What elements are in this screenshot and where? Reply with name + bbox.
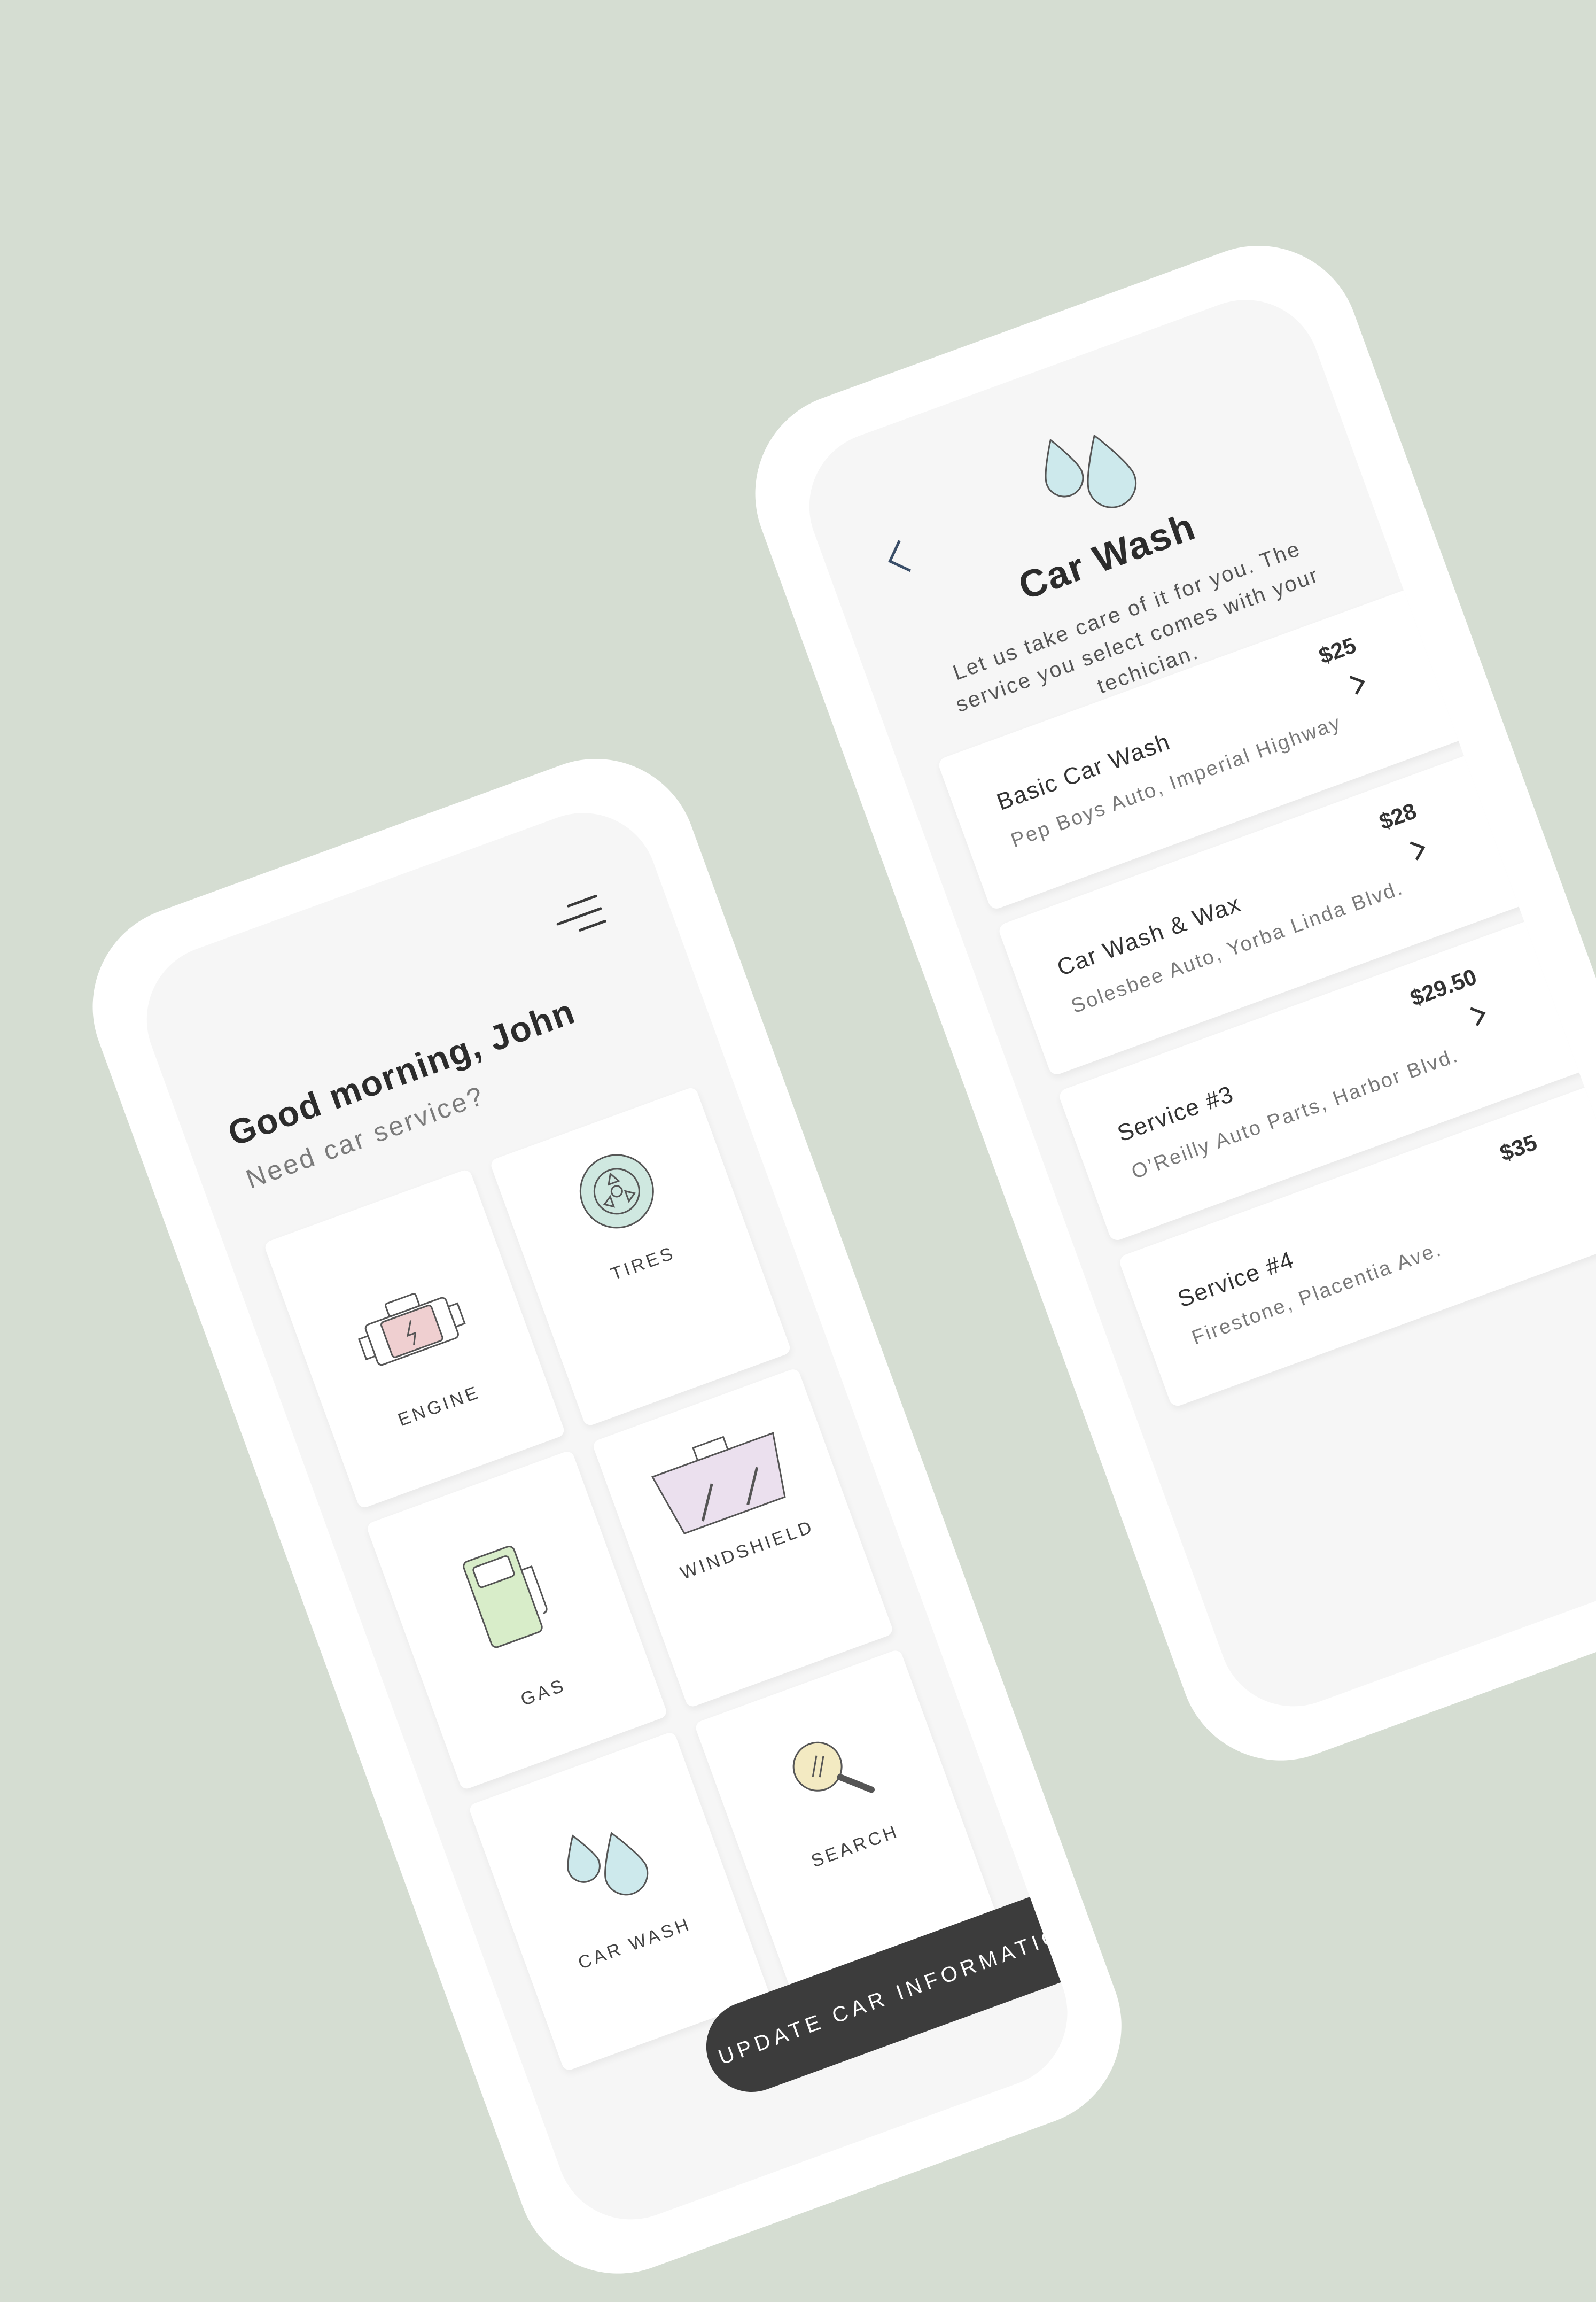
water-drops-icon: [551, 1809, 661, 1921]
tile-engine-label: ENGINE: [395, 1382, 483, 1431]
gas-pump-icon: [450, 1533, 566, 1660]
chevron-right-icon: [1464, 999, 1493, 1032]
tile-search-label: SEARCH: [808, 1821, 902, 1872]
service-price: $28: [1376, 798, 1420, 835]
tile-gas-label: GAS: [518, 1675, 569, 1710]
tile-car-wash-label: CAR WASH: [575, 1913, 694, 1974]
back-chevron-icon[interactable]: [875, 533, 920, 584]
tire-icon: [565, 1140, 669, 1245]
chevron-right-icon: [1404, 833, 1433, 866]
tile-tires-label: TIRES: [608, 1242, 678, 1285]
magnifier-icon: [773, 1717, 884, 1829]
water-drops-icon: [1026, 410, 1150, 536]
engine-icon: [347, 1273, 474, 1383]
service-price: $35: [1496, 1129, 1540, 1166]
chevron-right-icon: [1343, 668, 1373, 700]
service-price: $25: [1315, 632, 1360, 669]
menu-icon[interactable]: [550, 889, 610, 946]
